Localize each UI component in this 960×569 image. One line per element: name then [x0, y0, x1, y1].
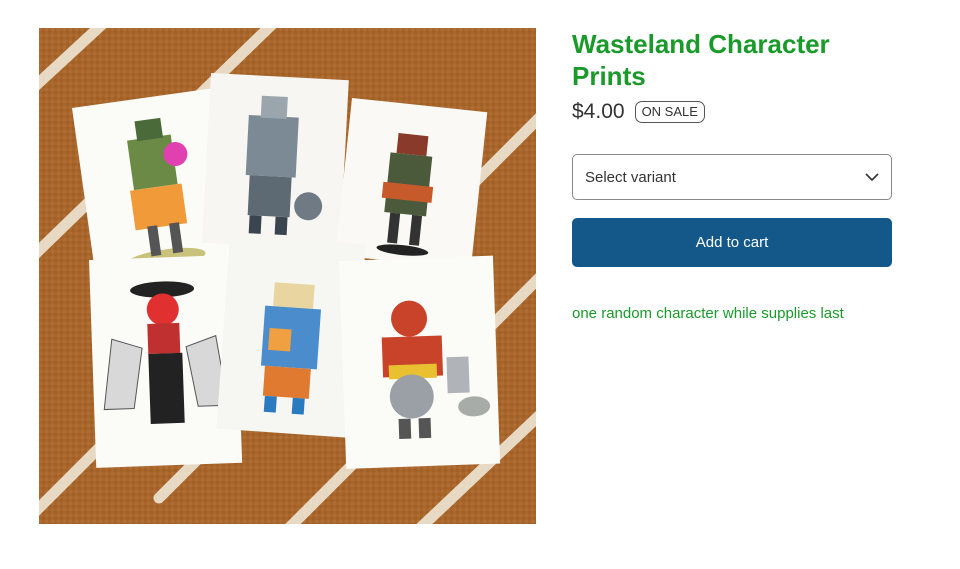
print-card [89, 254, 243, 468]
chevron-down-icon [865, 169, 879, 186]
add-to-cart-button[interactable]: Add to cart [572, 218, 892, 267]
variant-select[interactable]: Select variant [572, 154, 892, 200]
product-image[interactable] [39, 28, 536, 524]
product-photo [39, 28, 536, 524]
product-description: one random character while supplies last [572, 305, 844, 322]
product-price: $4.00 [572, 100, 625, 123]
product-title: Wasteland Character Prints [572, 29, 830, 91]
price-row: $4.00 ON SALE [572, 98, 902, 126]
print-card [339, 255, 501, 469]
product-info: Wasteland Character Prints $4.00 ON SALE… [572, 28, 902, 322]
sale-badge: ON SALE [634, 101, 705, 123]
variant-select-label: Select variant [585, 168, 676, 186]
print-card [202, 72, 349, 250]
print-card [335, 98, 488, 270]
